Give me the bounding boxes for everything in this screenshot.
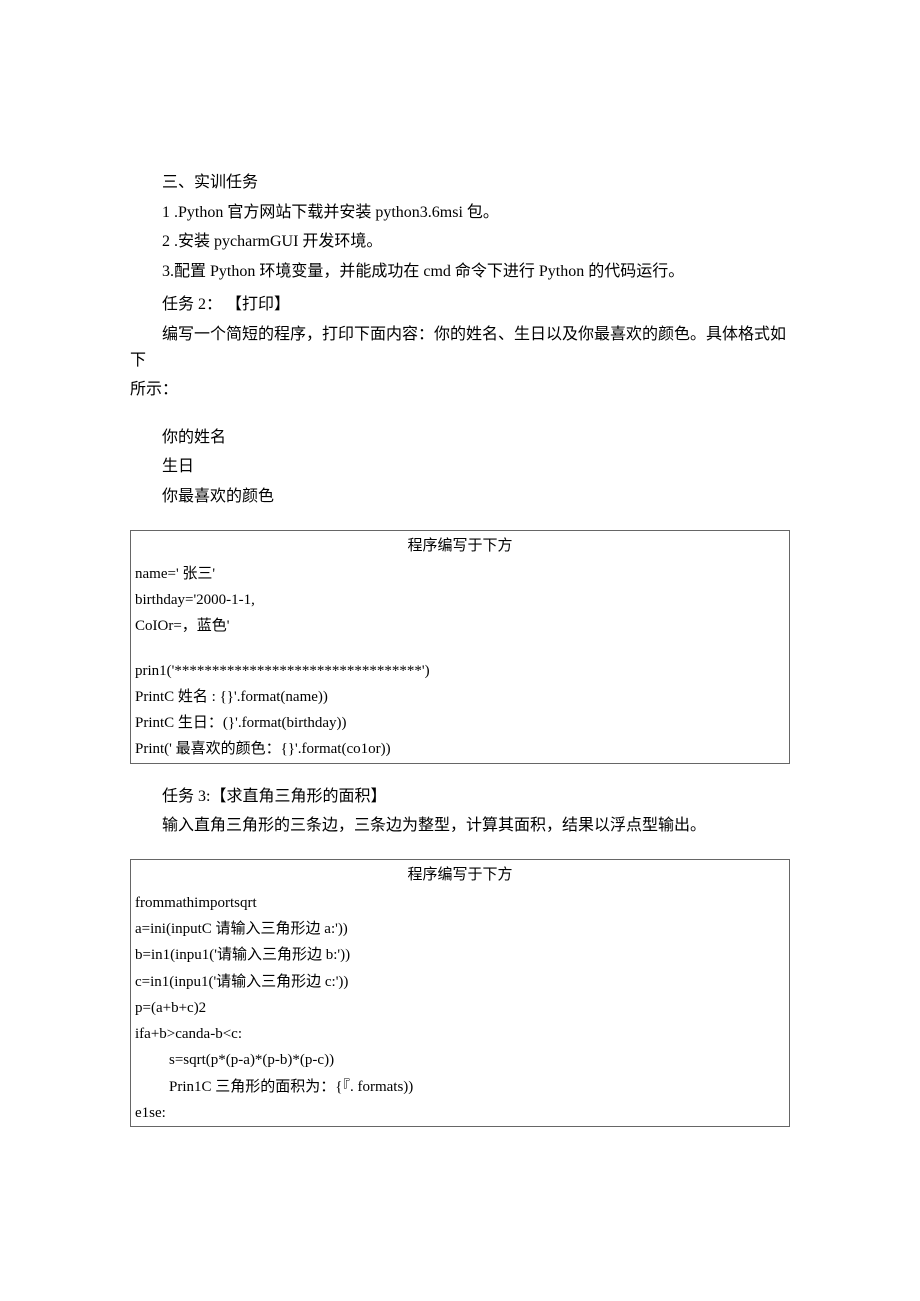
task2-line2: 生日 xyxy=(130,454,790,480)
code-line: e1se: xyxy=(131,1100,789,1126)
task2-line1: 你的姓名 xyxy=(130,425,790,451)
code-line: Prin1C 三角形的面积为：{『. formats)) xyxy=(131,1074,789,1100)
task3-desc: 输入直角三角形的三条边，三条边为整型，计算其面积，结果以浮点型输出。 xyxy=(130,813,790,839)
code-line: s=sqrt(p*(p-a)*(p-b)*(p-c)) xyxy=(131,1047,789,1073)
task2-line3: 你最喜欢的颜色 xyxy=(130,484,790,510)
intro-item-1: 1 .Python 官方网站下载并安装 python3.6msi 包。 xyxy=(130,200,790,226)
task3-title: 任务 3:【求直角三角形的面积】 xyxy=(130,784,790,810)
code-line: CoIOr=，蓝色' xyxy=(131,613,789,639)
section-heading: 三、实训任务 xyxy=(130,170,790,196)
task2-title: 任务 2： 【打印】 xyxy=(130,292,790,318)
task3-code-header: 程序编写于下方 xyxy=(131,860,789,890)
task2-code-header: 程序编写于下方 xyxy=(131,531,789,561)
task2-desc-cont: 所示： xyxy=(130,377,790,403)
task2-desc: 编写一个简短的程序，打印下面内容：你的姓名、生日以及你最喜欢的颜色。具体格式如下 xyxy=(130,322,790,373)
code-line: PrintC 生日：(}'.format(birthday)) xyxy=(131,710,789,736)
code-line: birthday='2000-1-1, xyxy=(131,587,789,613)
code-line: ifa+b>canda-b<c: xyxy=(131,1021,789,1047)
code-line: PrintC 姓名 : {}'.format(name)) xyxy=(131,684,789,710)
code-line: b=in1(inpu1('请输入三角形边 b:')) xyxy=(131,942,789,968)
intro-item-2: 2 .安装 pycharmGUI 开发环境。 xyxy=(130,229,790,255)
code-line: name=' 张三' xyxy=(131,561,789,587)
task3-code-box: 程序编写于下方 frommathimportsqrt a=ini(inputC … xyxy=(130,859,790,1128)
task2-code-box: 程序编写于下方 name=' 张三' birthday='2000-1-1, C… xyxy=(130,530,790,764)
code-line: frommathimportsqrt xyxy=(131,890,789,916)
code-line: Print(' 最喜欢的颜色：{}'.format(co1or)) xyxy=(131,736,789,762)
code-line: p=(a+b+c)2 xyxy=(131,995,789,1021)
code-line: a=ini(inputC 请输入三角形边 a:')) xyxy=(131,916,789,942)
intro-item-3: 3.配置 Python 环境变量，并能成功在 cmd 命令下进行 Python … xyxy=(130,259,790,285)
code-line: c=in1(inpu1('请输入三角形边 c:')) xyxy=(131,969,789,995)
code-line: prin1('*********************************… xyxy=(131,658,789,684)
